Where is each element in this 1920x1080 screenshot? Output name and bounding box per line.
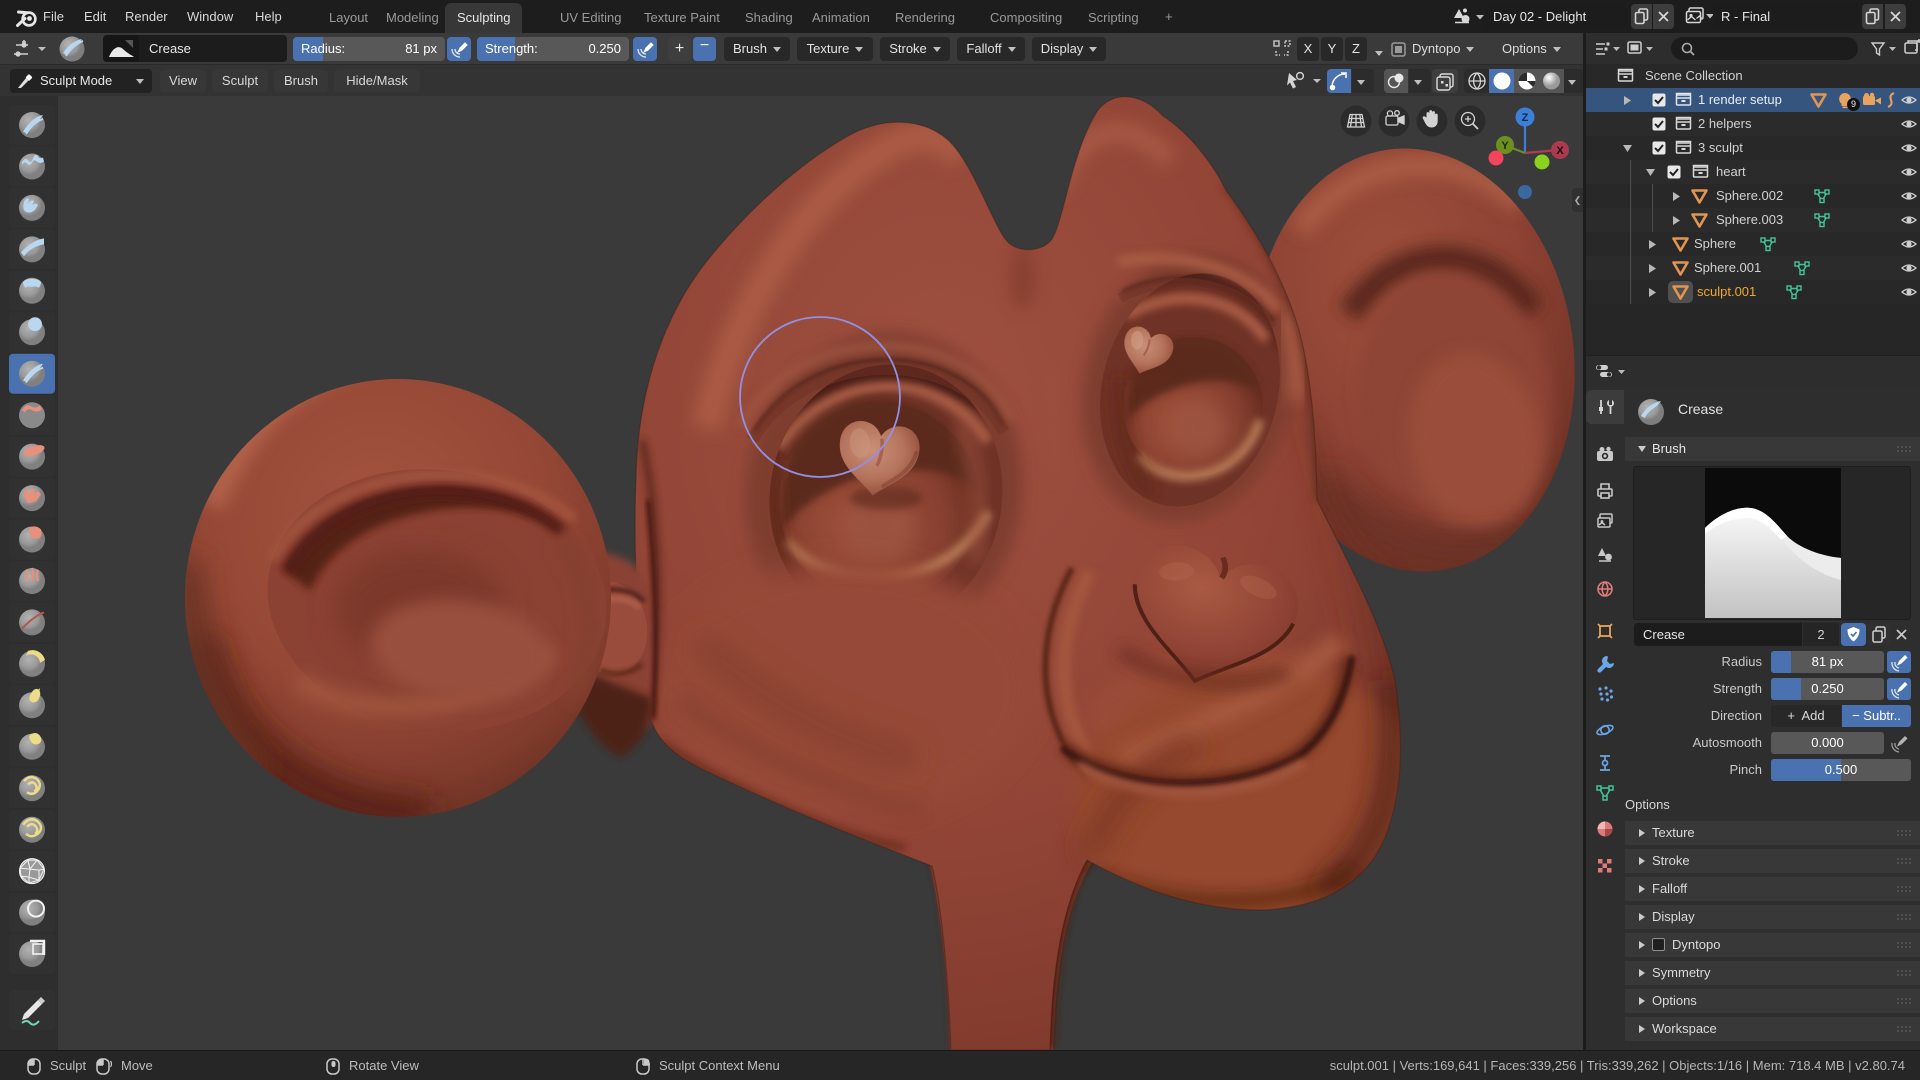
- svg-text:Y: Y: [1501, 140, 1509, 152]
- svg-text:Z: Z: [1522, 112, 1529, 124]
- svg-text:X: X: [1556, 145, 1564, 157]
